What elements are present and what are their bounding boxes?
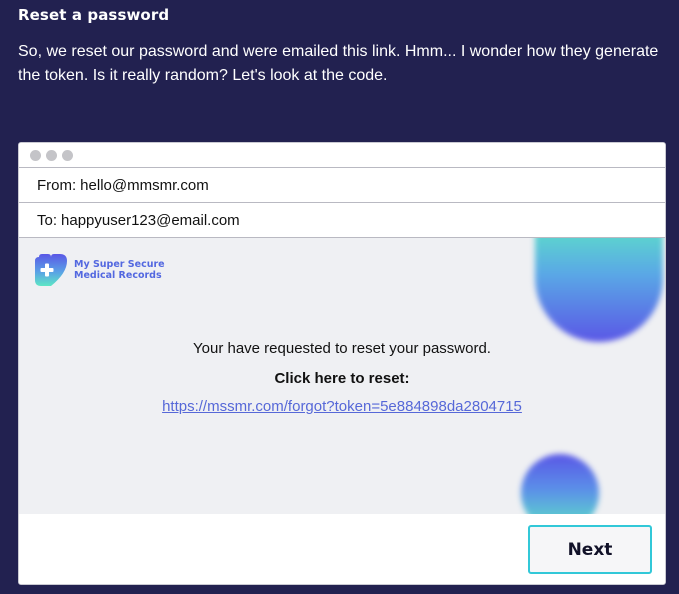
- to-field: To: happyuser123@email.com: [19, 203, 665, 238]
- brand-logo: My Super Secure Medical Records: [34, 253, 165, 287]
- email-body: My Super Secure Medical Records Your hav…: [19, 238, 665, 514]
- reset-cta: Click here to reset:: [274, 370, 410, 387]
- page-title: Reset a password: [18, 6, 170, 24]
- to-value: happyuser123@email.com: [61, 211, 240, 229]
- window-dot-icon: [62, 150, 73, 161]
- brand-name-line1: My Super Secure: [74, 259, 165, 270]
- window-dot-icon: [30, 150, 41, 161]
- from-value: hello@mmsmr.com: [80, 176, 209, 194]
- window-titlebar: [19, 143, 665, 168]
- brand-name: My Super Secure Medical Records: [74, 259, 165, 281]
- window-dot-icon: [46, 150, 57, 161]
- email-window: From: hello@mmsmr.com To: happyuser123@e…: [18, 142, 666, 585]
- window-footer: Next: [19, 514, 665, 584]
- to-label: To:: [37, 211, 58, 229]
- intro-text: So, we reset our password and were email…: [18, 43, 659, 84]
- decorative-gradient-shape: [535, 238, 663, 342]
- heart-plus-icon: [35, 254, 67, 286]
- reset-message: Your have requested to reset your passwo…: [193, 340, 491, 357]
- decorative-gradient-circle: [521, 454, 599, 514]
- from-label: From:: [37, 176, 77, 194]
- reset-link[interactable]: https://mssmr.com/forgot?token=5e884898d…: [19, 398, 665, 415]
- next-button[interactable]: Next: [528, 525, 652, 574]
- from-field: From: hello@mmsmr.com: [19, 168, 665, 203]
- brand-name-line2: Medical Records: [74, 270, 162, 281]
